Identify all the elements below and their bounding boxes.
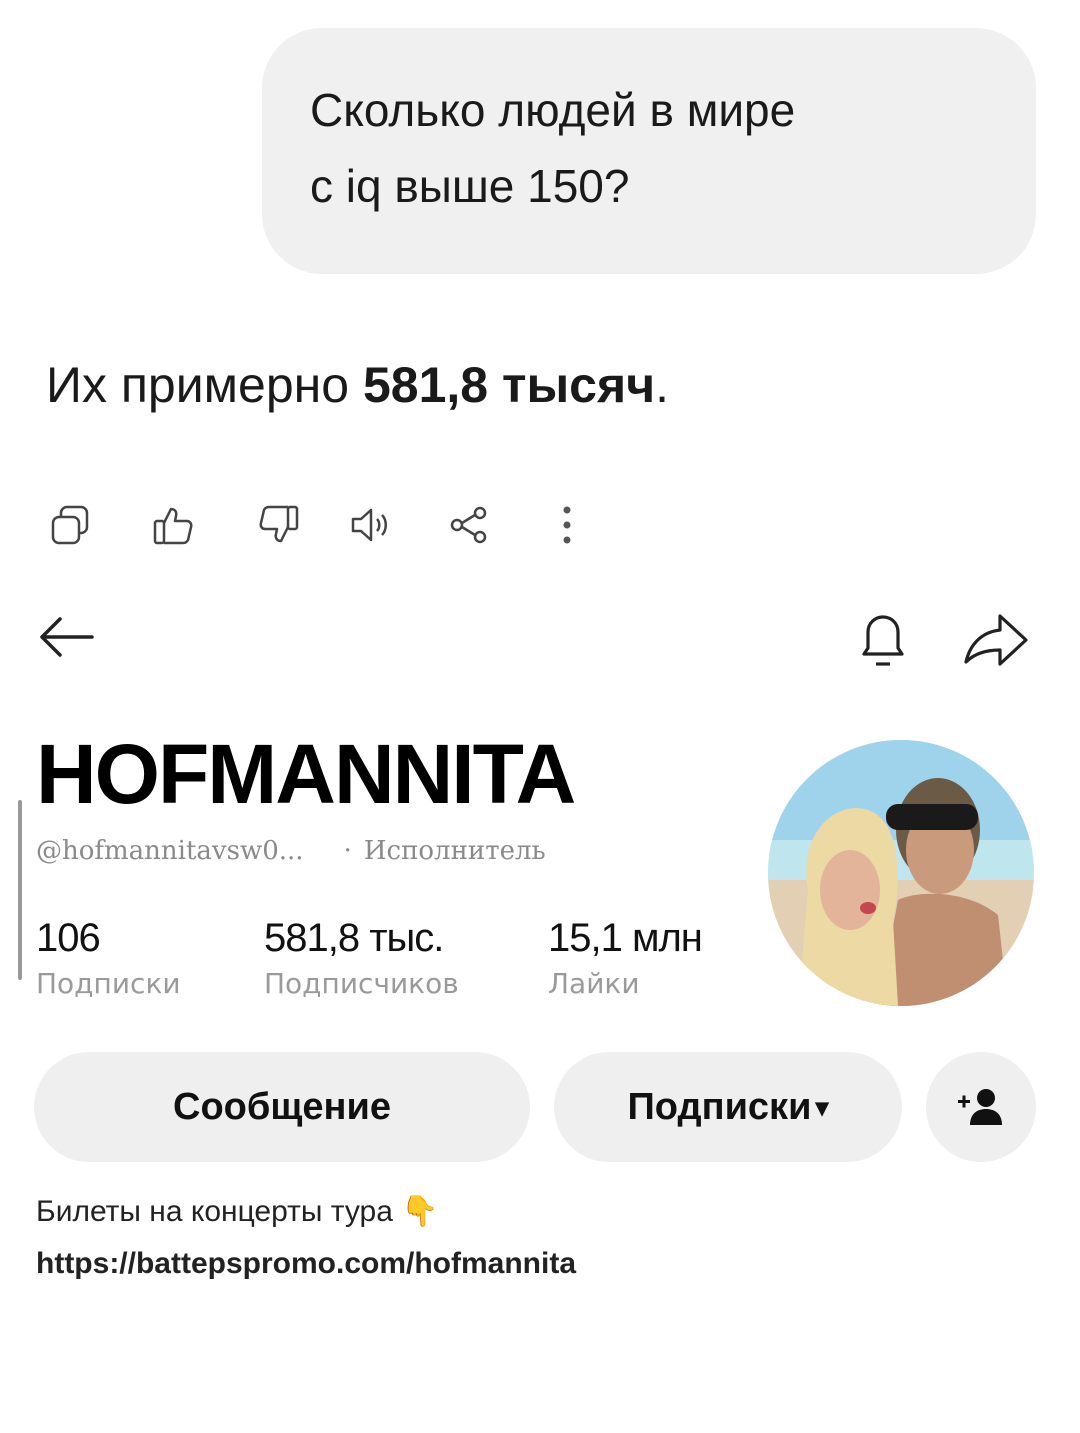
scroll-indicator[interactable] xyxy=(18,800,22,980)
more-vertical-icon[interactable] xyxy=(542,500,592,550)
stat-following[interactable]: 106 Подписки xyxy=(36,916,181,1000)
assistant-answer: Их примерно 581,8 тысяч. xyxy=(46,356,669,414)
subscriptions-button[interactable]: Подписки ▾ xyxy=(554,1052,902,1162)
pointing-down-emoji: 👇 xyxy=(401,1195,439,1228)
profile-meta: @hofmannitavsw0... · Исполнитель xyxy=(36,836,546,866)
avatar[interactable] xyxy=(768,740,1034,1006)
share-arrow-icon[interactable] xyxy=(962,612,1030,668)
stat-label: Подписчиков xyxy=(264,967,459,1000)
stat-label: Подписки xyxy=(36,967,181,1000)
speaker-icon[interactable] xyxy=(346,500,396,550)
bell-icon[interactable] xyxy=(856,610,910,674)
profile-handle[interactable]: @hofmannitavsw0... xyxy=(36,836,304,866)
user-message-text: Сколько людей в мире с iq выше 150? xyxy=(310,84,796,212)
subscriptions-label: Подписки xyxy=(627,1085,812,1128)
stat-value: 581,8 тыс. xyxy=(264,916,444,960)
answer-value: 581,8 тысяч xyxy=(362,357,656,413)
answer-suffix: . xyxy=(655,357,670,413)
meta-separator: · xyxy=(343,836,352,866)
add-friend-button[interactable] xyxy=(926,1052,1036,1162)
chevron-down-icon: ▾ xyxy=(815,1091,829,1122)
profile-name: HOFMANNITA xyxy=(36,727,576,821)
profile-role: Исполнитель xyxy=(363,836,546,866)
stat-likes[interactable]: 15,1 млн Лайки xyxy=(548,916,703,1000)
thumbs-up-icon[interactable] xyxy=(148,500,198,550)
message-button[interactable]: Сообщение xyxy=(34,1052,530,1162)
answer-prefix: Их примерно xyxy=(46,357,363,413)
bio-text: Билеты на концерты тура xyxy=(36,1195,393,1228)
copy-icon[interactable] xyxy=(46,500,96,550)
stat-label: Лайки xyxy=(548,967,640,1000)
bio-link[interactable]: https://battерspromo.com/hofmannita xyxy=(36,1238,576,1290)
profile-bio: Билеты на концерты тура 👇 https://battер… xyxy=(36,1186,576,1290)
stat-value: 15,1 млн xyxy=(548,916,703,960)
thumbs-down-icon[interactable] xyxy=(254,500,304,550)
stat-value: 106 xyxy=(36,916,101,960)
add-user-icon xyxy=(958,1089,1002,1125)
stat-followers[interactable]: 581,8 тыс. Подписчиков xyxy=(264,916,459,1000)
share-icon[interactable] xyxy=(444,500,494,550)
back-arrow-icon[interactable] xyxy=(36,612,96,662)
